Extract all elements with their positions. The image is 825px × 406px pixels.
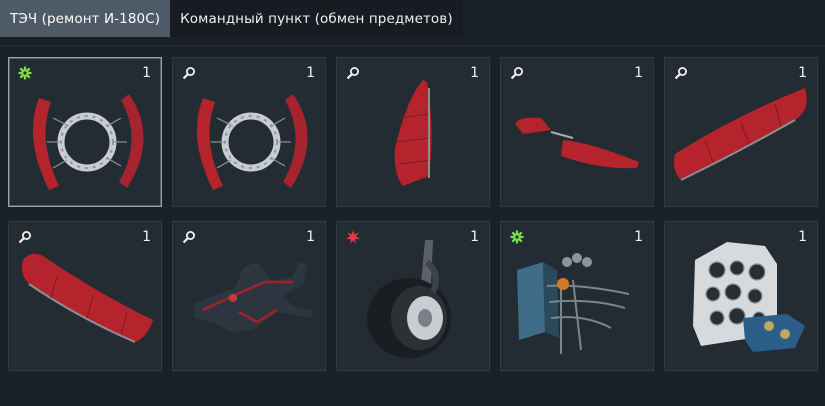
item-slot-right-wing[interactable]: 1 <box>664 57 818 207</box>
item-slot-airframe[interactable]: 1 <box>172 221 326 371</box>
item-slot-instrument-panel[interactable]: 1 <box>664 221 818 371</box>
tab-bar: ТЭЧ (ремонт И-180С) Командный пункт (обм… <box>0 0 825 37</box>
cowling-ring-image <box>32 94 144 190</box>
item-slot-horizontal-stabilizer[interactable]: 1 <box>500 57 654 207</box>
wing-image <box>21 253 153 343</box>
airframe-image <box>193 262 313 332</box>
instrument-panel-image <box>693 242 805 352</box>
item-slot-landing-gear[interactable]: 1 <box>336 221 490 371</box>
tab-repair[interactable]: ТЭЧ (ремонт И-180С) <box>0 0 171 37</box>
item-grid: 1 1 1 1 1 1 1 1 1 1 <box>8 57 818 371</box>
wheel-image <box>367 240 451 358</box>
item-slot-engine-cowling-ring-2[interactable]: 1 <box>172 57 326 207</box>
controls-image <box>517 253 630 354</box>
tab-command-post[interactable]: Командный пункт (обмен предметов) <box>170 0 463 37</box>
tab-divider <box>0 45 825 46</box>
item-slot-engine-controls[interactable]: 1 <box>500 221 654 371</box>
item-slot-rudder-part[interactable]: 1 <box>336 57 490 207</box>
item-slot-left-wing[interactable]: 1 <box>8 221 162 371</box>
wing-image <box>673 88 807 181</box>
rudder-image <box>394 80 432 186</box>
cowling-ring-image <box>196 94 308 190</box>
stabilizer-image <box>515 117 639 169</box>
item-slot-engine-cowling-ring[interactable]: 1 <box>8 57 162 207</box>
